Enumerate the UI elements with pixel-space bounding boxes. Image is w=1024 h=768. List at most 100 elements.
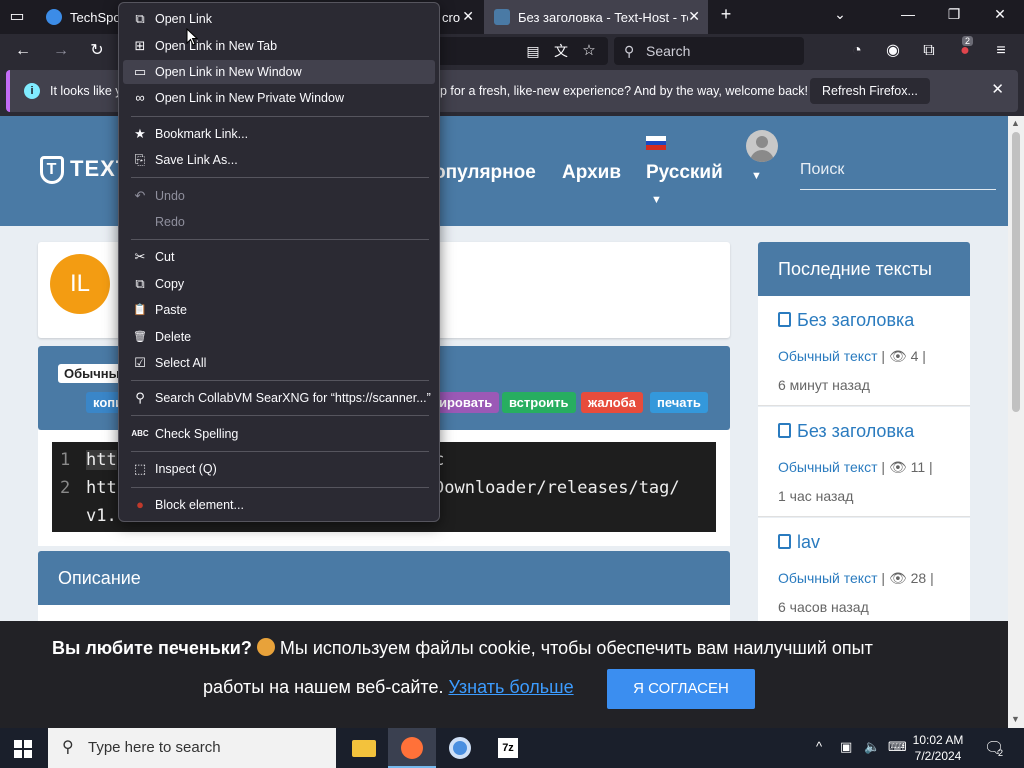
taskbar-search-input[interactable]: ⚲ Type here to search: [48, 728, 336, 768]
menu-item-cut[interactable]: ✂ Cut: [123, 245, 435, 269]
menu-item-label: Inspect (Q): [155, 462, 217, 476]
scrollbar-thumb[interactable]: [1012, 132, 1020, 412]
code-line: htt: [86, 450, 117, 470]
tab-techspot[interactable]: TechSpot |: [36, 0, 118, 34]
site-search-input[interactable]: Поиск: [800, 156, 996, 190]
search-icon: ⚲: [135, 390, 145, 405]
search-bar[interactable]: ⚲ Search: [614, 37, 804, 65]
menu-icon[interactable]: ≡: [990, 40, 1012, 62]
reload-icon[interactable]: ↻: [86, 40, 108, 62]
menu-item-open-link[interactable]: ⧉ Open Link: [123, 7, 435, 31]
speed-dial-icon[interactable]: ◔: [846, 40, 868, 62]
menu-item-open-private-window[interactable]: ∞ Open Link in New Private Window: [123, 86, 435, 110]
new-tab-button[interactable]: +: [716, 4, 736, 25]
embed-button[interactable]: встроить: [502, 392, 576, 413]
line-number: 2: [60, 478, 71, 498]
close-icon[interactable]: ✕: [991, 80, 1004, 98]
tab-active[interactable]: Без заголовка - Text-Host - тек ✕: [484, 0, 708, 34]
print-button[interactable]: печать: [650, 392, 708, 413]
chevron-down-icon[interactable]: ⌄: [830, 6, 850, 23]
restore-icon[interactable]: ❐: [944, 6, 964, 23]
menu-item-redo: Redo: [123, 210, 435, 234]
menu-item-search-selection[interactable]: ⚲ Search CollabVM SearXNG for “https://sc…: [123, 386, 435, 410]
menu-item-open-new-window[interactable]: ▭ Open Link in New Window: [123, 60, 435, 84]
report-button[interactable]: жалоба: [581, 392, 643, 413]
user-avatar[interactable]: [746, 130, 778, 162]
recent-text-title[interactable]: Без заголовка: [778, 310, 914, 331]
recent-text-title[interactable]: lav: [778, 532, 820, 553]
nav-language[interactable]: Русский: [646, 162, 723, 184]
text-type-link[interactable]: Обычный текст: [778, 459, 878, 475]
file-explorer-icon[interactable]: [340, 728, 388, 768]
volume-muted-icon[interactable]: 🔈: [864, 739, 880, 755]
menu-item-bookmark-link[interactable]: ★ Bookmark Link...: [123, 122, 435, 146]
extensions-icon[interactable]: ⧉: [918, 40, 940, 62]
menu-item-save-link[interactable]: ⎘ Save Link As...: [123, 148, 435, 172]
menu-item-label: Paste: [155, 303, 187, 317]
translate-icon[interactable]: 文: [550, 40, 572, 62]
chromium-icon[interactable]: [436, 728, 484, 768]
menu-item-inspect[interactable]: ⬚ Inspect (Q): [123, 457, 435, 481]
windows-start-icon[interactable]: [14, 740, 32, 758]
recent-text-meta: Обычный текст | 👁 28 | 6 часов назад: [778, 570, 934, 615]
7zip-icon[interactable]: 7z: [484, 728, 532, 768]
caret-down-icon[interactable]: ▼: [751, 170, 762, 182]
menu-item-paste[interactable]: 📋 Paste: [123, 298, 435, 322]
menu-item-label: Save Link As...: [155, 153, 238, 167]
recent-text-meta: Обычный текст | 👁 4 | 6 минут назад: [778, 348, 926, 393]
nav-archive[interactable]: Архив: [562, 162, 621, 184]
scroll-down-icon[interactable]: ▼: [1011, 714, 1020, 724]
close-tab-icon[interactable]: ✕: [462, 8, 474, 25]
recent-texts-header: Последние тексты: [758, 242, 970, 296]
forward-icon[interactable]: →: [50, 40, 72, 62]
view-count: 11: [910, 459, 926, 475]
text-type-link[interactable]: Обычный текст: [778, 348, 878, 364]
back-icon[interactable]: ←: [12, 40, 34, 62]
menu-item-open-new-tab[interactable]: ⊞ Open Link in New Tab: [123, 34, 435, 58]
menu-item-label: Copy: [155, 277, 185, 291]
chevron-up-icon[interactable]: ^: [816, 739, 822, 754]
menu-item-label: Open Link in New Tab: [155, 39, 278, 53]
close-window-icon[interactable]: ✕: [990, 6, 1010, 23]
nav-popular[interactable]: опулярное: [434, 162, 536, 184]
firefox-icon[interactable]: [388, 728, 436, 768]
description-header: Описание: [38, 551, 730, 605]
document-icon: [778, 312, 791, 327]
trash-icon: 🗑: [133, 331, 147, 343]
bookmark-star-icon[interactable]: ☆: [578, 40, 600, 62]
refresh-firefox-button[interactable]: Refresh Firefox...: [810, 78, 930, 104]
account-icon[interactable]: ◉: [882, 40, 904, 62]
notification-text-right: p for a fresh, like-new experience? And …: [440, 84, 809, 98]
menu-separator: [131, 239, 429, 240]
menu-separator: [131, 116, 429, 117]
learn-more-link[interactable]: Узнать больше: [448, 677, 573, 697]
menu-item-block-element[interactable]: ● Block element...: [123, 493, 435, 517]
notification-count: 2: [998, 748, 1004, 758]
menu-item-delete[interactable]: 🗑 Delete: [123, 325, 435, 349]
menu-item-check-spelling[interactable]: ABC Check Spelling: [123, 422, 435, 446]
eye-icon: 👁: [888, 459, 907, 475]
author-avatar[interactable]: IL: [50, 254, 110, 314]
clock[interactable]: 10:02 AM 7/2/2024: [900, 732, 976, 764]
taskbar: ⚲ Type here to search 7z ^ ▣ 🔈 ⌨ 10:02 A…: [0, 728, 1024, 768]
minimize-icon[interactable]: —: [898, 6, 918, 22]
menu-item-copy[interactable]: ⧉ Copy: [123, 272, 435, 296]
tab-label: cro: [442, 9, 461, 25]
recent-text-title[interactable]: Без заголовка: [778, 421, 914, 442]
tab-second[interactable]: cro ✕: [440, 0, 482, 34]
eye-icon: 👁: [888, 348, 907, 364]
cookie-agree-button[interactable]: Я СОГЛАСЕН: [607, 669, 755, 709]
tab-list-icon[interactable]: ▭: [6, 6, 28, 28]
reader-view-icon[interactable]: ▤: [522, 40, 544, 62]
copy-link-icon: ⧉: [135, 11, 145, 26]
close-tab-icon[interactable]: ✕: [688, 8, 700, 25]
page-scrollbar[interactable]: ▲ ▼: [1008, 116, 1024, 728]
text-type-link[interactable]: Обычный текст: [778, 570, 878, 586]
network-icon[interactable]: ▣: [840, 739, 852, 755]
edit-button[interactable]: ировать: [432, 392, 500, 413]
menu-item-label: Check Spelling: [155, 427, 239, 441]
menu-item-select-all[interactable]: ☑ Select All: [123, 351, 435, 375]
scroll-up-icon[interactable]: ▲: [1011, 118, 1020, 128]
menu-item-undo: ↶ Undo: [123, 184, 435, 208]
texthost-favicon-icon: [494, 9, 510, 25]
